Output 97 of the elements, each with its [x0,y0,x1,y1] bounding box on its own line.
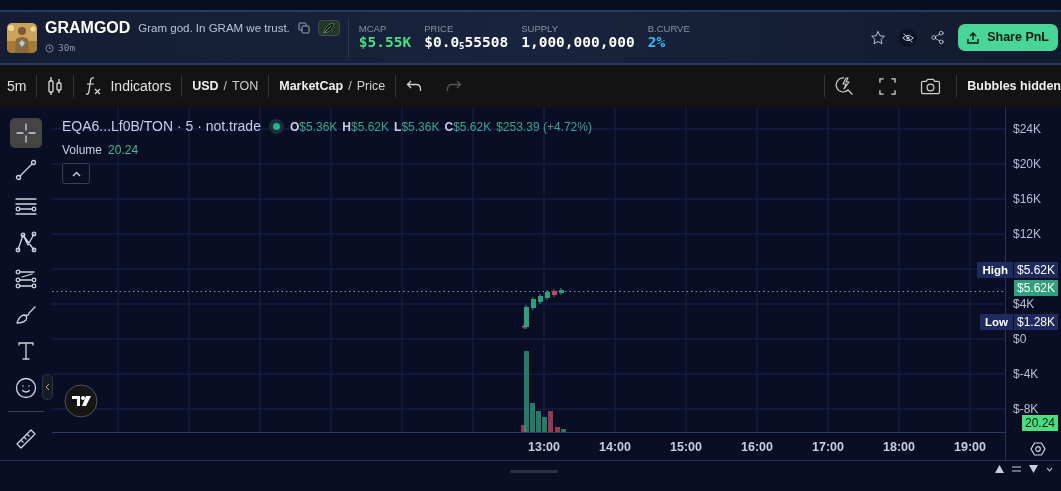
fullscreen-button[interactable] [879,77,897,95]
triangle-up-icon [995,465,1004,473]
pattern-icon [14,230,38,255]
candlestick-drawing [522,287,564,330]
price-axis-label: $16K [1013,191,1042,208]
stat-value: $5.55K [358,34,412,52]
time-axis-label: 19:00 [954,439,986,456]
stat-value: $0.0$_{5}$55508 [424,34,509,52]
settings-icon [1030,441,1046,457]
candlestick-icon [47,76,64,96]
screenshot-button[interactable] [920,77,942,95]
undo-button[interactable] [406,79,423,93]
market-status-icon [268,119,284,134]
volume-label: Volume [62,142,103,159]
time-axis-label: 14:00 [599,439,631,456]
ohlc-value: $5.36K [401,118,440,136]
chart-settings-button[interactable] [1030,441,1046,457]
token-name: GRAMGOD [45,20,131,37]
copy-icon [297,22,310,35]
fullscreen-icon [879,77,897,95]
camera-icon [920,77,942,95]
price-axis-label: $24K [1013,121,1042,138]
price-marker: $5.62K [1013,280,1058,296]
volume-value: 20.24 [108,142,139,159]
price-marker: $1.28K [1013,314,1058,330]
time-axis-label: 15:00 [670,439,702,456]
clock-icon [45,43,54,53]
time-axis-label: 16:00 [741,439,773,456]
drawing-tool-button[interactable] [10,118,42,149]
price-axis-label: $12K [1013,226,1042,243]
ohlc-label: C [444,118,454,136]
price-axis-label: $-8K [1013,401,1039,418]
ohlc-value: $5.36K [299,118,338,136]
price-change: $253.39 (+4.72%) [496,118,592,136]
marker-label: High [977,262,1013,278]
interval-button[interactable]: 5m [7,75,27,97]
marker-label: Low [979,314,1013,330]
price-marker: 20.24 [1021,415,1058,431]
collapse-button[interactable] [1046,466,1053,472]
ohlc-label: H [342,118,351,136]
copy-button[interactable] [297,22,310,35]
token-age: 30m [58,41,76,55]
share-button[interactable] [930,30,946,45]
upload-icon [967,31,980,44]
stat-label: MCAP [358,23,388,34]
token-description: Gram god. In GRAM we trust. [138,20,290,36]
leaf-button[interactable] [317,20,340,37]
function-icon [84,76,103,96]
stat-label: SUPPLY [521,23,559,34]
logo-icon [64,384,98,418]
chevron-down-icon [1046,466,1053,472]
smiley-icon [14,375,38,400]
ohlc-label: L [394,118,402,136]
leaf-icon [322,22,335,35]
maximize-button[interactable] [1012,466,1021,472]
hide-button[interactable] [899,28,918,47]
time-axis-label: 18:00 [883,439,915,456]
toggle-option[interactable]: Price [356,76,386,96]
stat-label: B.CURVE [647,23,690,34]
stat-value: 1,000,000,000 [521,34,635,52]
toggle-option[interactable]: MarketCap [279,76,344,96]
price-axis-label: $20K [1013,156,1042,173]
chevron-up-icon [71,170,81,177]
collapse-sidebar-button[interactable] [42,374,53,400]
time-axis-label: 17:00 [812,439,844,456]
favorite-button[interactable] [870,29,887,46]
trend-line-icon [14,157,38,182]
triangle-down-icon [1029,465,1038,473]
equals-icon [1012,466,1021,472]
ohlc-value: $5.62K [351,118,390,136]
share-icon [930,30,946,45]
scrollbar-handle[interactable] [510,470,558,473]
ohlc-value: $5.62K [453,118,492,136]
time-axis-label: 13:00 [528,439,560,456]
move-down-button[interactable] [1029,465,1038,473]
stat-value: 2% [647,34,667,52]
toggle-option[interactable]: USD [192,76,219,96]
stat-label: PRICE [424,23,455,34]
undo-icon [406,79,423,93]
collapse-legend-button[interactable] [62,163,90,184]
price-axis-label: $0 [1013,331,1027,348]
separator-slash: / [223,77,228,95]
chevron-left-icon [45,383,50,391]
eye-slash-icon [899,28,918,47]
share-pnl-button[interactable]: Share PnL [958,24,1058,51]
star-icon [870,29,887,46]
price-marker: $5.62K [1013,262,1058,278]
ohlc-label: O [289,118,300,136]
separator-slash: / [348,77,352,95]
bubbles-toggle[interactable]: Bubbles hidden [967,76,1061,96]
symbol-title: EQA6...Lf0B/TON · 5 · not.trade [62,117,261,136]
chart-type-button[interactable] [47,76,64,96]
move-up-button[interactable] [995,465,1004,473]
toggle-option[interactable]: TON [232,76,259,96]
price-axis-label: $4K [1013,296,1035,313]
price-axis-label: $-4K [1013,366,1039,383]
indicators-button[interactable]: Indicators [84,75,172,97]
